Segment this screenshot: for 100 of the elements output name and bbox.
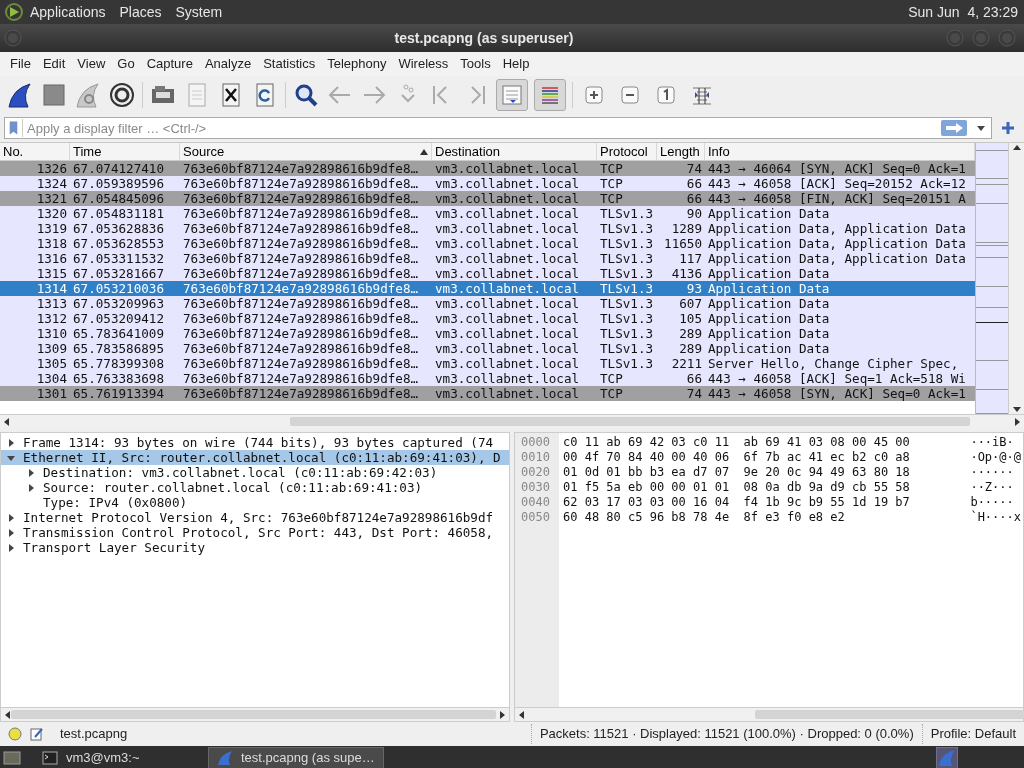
add-icon[interactable] [1000,120,1016,136]
left-arrow-icon[interactable] [3,709,11,720]
filter-field[interactable]: Apply a display filter … <Ctrl-/> [23,118,941,138]
scrollbar-thumb[interactable] [290,417,970,426]
packet-row[interactable]: 1312 67.053209412 763e60bf87124e7a92898616b9dfe8… vm3.collabnet.local TLSv1.3 105 Application Data [0,311,975,326]
gear-icon[interactable] [108,81,136,109]
packet-row[interactable]: 1324 67.059389596 763e60bf87124e7a92898616b9dfe8… vm3.collabnet.local TCP 66 443 → 46058 [ACK] Seq=20152 Ack=12 [0,176,975,191]
packet-row[interactable]: 1305 65.778399308 763e60bf87124e7a92898616b9dfe8… vm3.collabnet.local TLSv1.3 2211 Server Hello, Change Cipher Spec, [0,356,975,371]
scrollbar-thumb[interactable] [755,710,1024,719]
stop-icon[interactable] [40,81,68,109]
horizontal-scrollbar[interactable] [1,707,509,721]
collapse-arrow-icon[interactable] [7,453,15,462]
menu-item[interactable]: Tools [454,54,497,74]
packet-row[interactable]: 1314 67.053210036 763e60bf87124e7a92898616b9dfe8… vm3.collabnet.local TLSv1.3 93 Application Data [0,281,975,296]
packet-row[interactable]: 1310 65.783641009 763e60bf87124e7a92898616b9dfe8… vm3.collabnet.local TLSv1.3 289 Application Data [0,326,975,341]
logo-icon[interactable] [4,2,24,22]
status-indicator-icon[interactable] [8,727,22,741]
zoom-reset-icon[interactable] [655,84,677,106]
menu-item[interactable]: Statistics [257,54,322,74]
taskbar-button[interactable]: vm3@vm3:~ [34,747,204,768]
menu-item[interactable]: Telephony [321,54,393,74]
expand-arrow-icon[interactable] [27,483,35,492]
horizontal-scrollbar[interactable] [0,414,1024,428]
column-header[interactable]: Time [70,143,180,160]
scrollbar-thumb[interactable] [11,710,496,719]
packet-row[interactable]: 1301 65.761913394 763e60bf87124e7a92898616b9dfe8… vm3.collabnet.local TCP 74 443 → 46058 [SYN, ACK] Seq=0 Ack=1 [0,386,975,401]
zoom-out-icon[interactable] [619,84,641,106]
clock: Sun Jun 4, 23:29 [908,2,1018,22]
packet-row[interactable]: 1326 67.074127410 763e60bf87124e7a92898616b9dfe8… vm3.collabnet.local TCP 74 443 → 46064 [SYN, ACK] Seq=0 Ack=1 [0,161,975,176]
packet-row[interactable]: 1309 65.783586895 763e60bf87124e7a92898616b9dfe8… vm3.collabnet.local TLSv1.3 289 Application Data [0,341,975,356]
expand-arrow-icon[interactable] [27,468,35,477]
vertical-scrollbar[interactable] [1008,143,1024,414]
menu-item[interactable]: Go [111,54,141,74]
expand-arrow-icon[interactable] [7,513,15,522]
packet-row[interactable]: 1304 65.763383698 763e60bf87124e7a92898616b9dfe8… vm3.collabnet.local TCP 66 443 → 46058 [ACK] Seq=1 Ack=518 Wi [0,371,975,386]
panel-menu[interactable]: Applications [30,1,106,23]
menu-item[interactable]: Edit [36,54,72,74]
menu-item[interactable]: Capture [140,54,199,74]
packet-row[interactable]: 1319 67.053628836 763e60bf87124e7a92898616b9dfe8… vm3.collabnet.local TLSv1.3 1289 Application Data, Application Data [0,221,975,236]
ascii-bytes: ·Op·@·@ [970,450,1021,465]
time-cell-text: 65.763383698 [72,371,165,386]
horizontal-scrollbar[interactable] [515,707,1023,721]
expand-arrow-icon[interactable] [7,543,15,552]
tree-item[interactable]: Destination: vm3.collabnet.local (c0:11:ab:69:42:03) [41,465,440,480]
length-cell-text: 93 [685,281,703,296]
zoom-in-icon[interactable] [583,84,605,106]
tree-item[interactable]: Transport Layer Security [21,540,207,555]
column-header[interactable]: Protocol [597,143,657,160]
panel-menu[interactable]: Places [119,1,162,23]
tree-item[interactable]: Frame 1314: 93 bytes on wire (744 bits), 93 bytes captured (74 [21,435,496,450]
tree-item[interactable]: Internet Protocol Version 4, Src: 763e60bf87124e7a92898616b9df [21,510,496,525]
up-arrow-icon[interactable] [1011,143,1022,151]
protocol-cell-text: TCP [599,371,624,386]
packet-row[interactable]: 1321 67.054845096 763e60bf87124e7a92898616b9dfe8… vm3.collabnet.local TCP 66 443 → 46058 [FIN, ACK] Seq=20151 A [0,191,975,206]
protocol-cell-text: TLSv1.3 [599,206,655,221]
left-arrow-icon[interactable] [517,709,525,720]
packet-row[interactable]: 1318 67.053628553 763e60bf87124e7a92898616b9dfe8… vm3.collabnet.local TLSv1.3 11650 Application Data, Application Data [0,236,975,251]
packet-row[interactable]: 1320 67.054831181 763e60bf87124e7a92898616b9dfe8… vm3.collabnet.local TLSv1.3 90 Application Data [0,206,975,221]
tree-item[interactable]: Source: router.collabnet.local (c0:11:ab:69:41:03) [41,480,425,495]
ascii-bytes: ···iB· [970,435,1015,450]
tree-item[interactable]: Transmission Control Protocol, Src Port: 443, Dst Port: 46058, [21,525,496,540]
sort-arrow-icon[interactable] [420,148,428,155]
protocol-cell-text: TLSv1.3 [599,296,655,311]
left-arrow-icon[interactable] [2,416,10,427]
number-cell-text: 1326 [35,161,68,176]
column-header[interactable]: No. [0,143,70,160]
expand-arrow-icon[interactable] [7,528,15,537]
column-header[interactable]: Destination [432,143,597,160]
expand-arrow-icon[interactable] [7,438,15,447]
resize-columns-icon[interactable] [691,84,713,106]
filter-bar[interactable]: Apply a display filter … <Ctrl-/> [4,117,992,139]
offset-label: 0010 [521,450,551,465]
shark-fin-icon[interactable] [6,81,34,109]
column-header[interactable]: Length [657,143,705,160]
packet-row[interactable]: 1313 67.053209963 763e60bf87124e7a92898616b9dfe8… vm3.collabnet.local TLSv1.3 607 Application Data [0,296,975,311]
down-arrow-icon[interactable] [1011,406,1022,414]
show-desktop-icon[interactable] [2,748,22,768]
menu-item[interactable]: Wireless [392,54,455,74]
edit-comment-icon[interactable] [30,727,44,741]
menu-item[interactable]: View [71,54,112,74]
profile-label[interactable]: Profile: Default [921,724,1016,744]
right-arrow-icon[interactable] [1014,416,1022,427]
info-cell-text: 443 → 46058 [FIN, ACK] Seq=20151 A [707,191,967,206]
menu-item[interactable]: Analyze [198,54,258,74]
tree-item[interactable]: Type: IPv4 (0x0800) [41,495,190,510]
column-header[interactable]: Source [183,141,225,162]
source-cell-text: 763e60bf87124e7a92898616b9dfe8… [182,356,420,371]
panel-menu[interactable]: System [175,1,223,23]
packet-row[interactable]: 1315 67.053281667 763e60bf87124e7a92898616b9dfe8… vm3.collabnet.local TLSv1.3 4136 Application Data [0,266,975,281]
menu-item[interactable]: File [4,54,37,74]
length-cell-text: 117 [678,251,703,266]
destination-cell-text: vm3.collabnet.local [434,281,581,296]
menu-item[interactable]: Help [496,54,536,74]
taskbar-button[interactable]: test.pcapng (as supe… [208,747,384,768]
right-arrow-icon[interactable] [499,709,507,720]
offset-label: 0050 [521,510,551,525]
packet-row[interactable]: 1316 67.053311532 763e60bf87124e7a92898616b9dfe8… vm3.collabnet.local TLSv1.3 117 Application Data, Application Data [0,251,975,266]
file-name: test.pcapng [60,725,128,744]
restart-icon[interactable] [74,81,102,109]
destination-cell-text: vm3.collabnet.local [434,386,581,401]
